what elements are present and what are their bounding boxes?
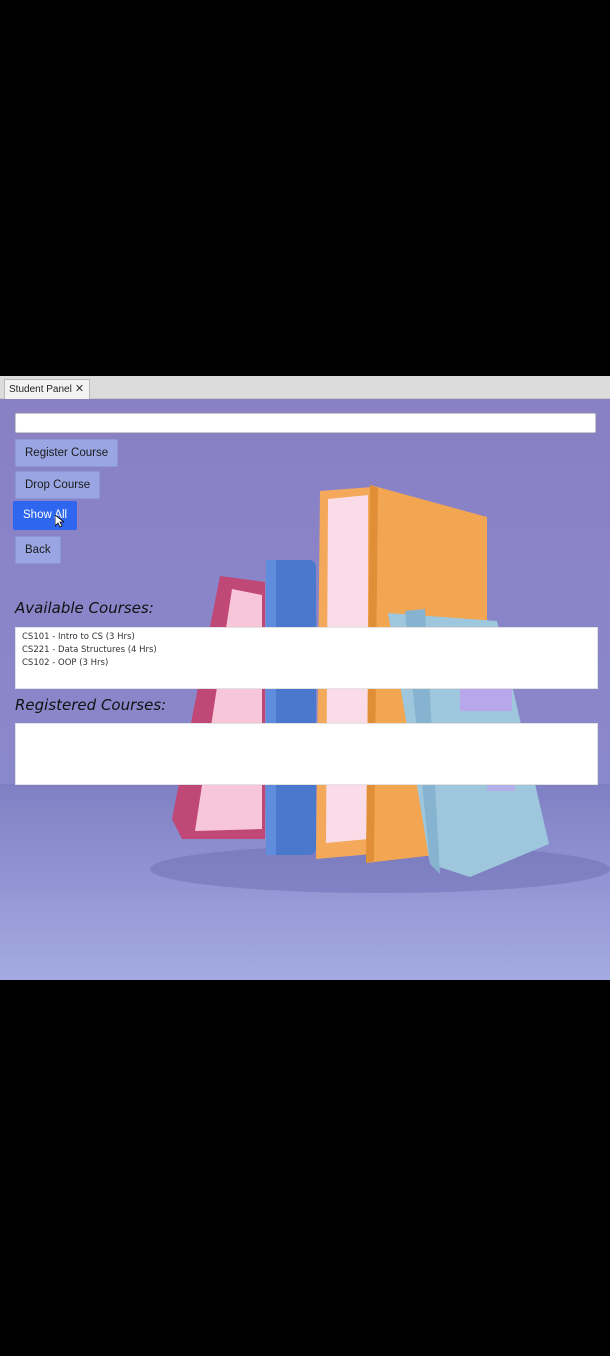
mouse-cursor-icon [55,515,64,528]
close-icon[interactable]: ✕ [75,380,84,399]
tab-bar: Student Panel ✕ [0,376,610,399]
tab-student-panel[interactable]: Student Panel ✕ [4,379,91,399]
registered-courses-list[interactable] [15,723,598,785]
show-all-button[interactable]: Show All [13,501,78,530]
drop-course-button[interactable]: Drop Course [15,471,101,499]
tab-label: Student Panel [9,384,72,395]
list-item[interactable]: CS221 - Data Structures (4 Hrs) [16,644,597,657]
available-courses-label: Available Courses: [15,599,154,617]
back-button[interactable]: Back [15,536,61,564]
register-course-button[interactable]: Register Course [15,439,119,467]
list-item[interactable]: CS101 - Intro to CS (3 Hrs) [16,631,597,644]
panel-content: Register Course Drop Course Show All Bac… [0,399,610,980]
list-item[interactable]: CS102 - OOP (3 Hrs) [16,657,597,670]
registered-courses-label: Registered Courses: [15,696,167,714]
student-panel-window: Student Panel ✕ Register Course Drop Cou… [0,376,610,980]
available-courses-list[interactable]: CS101 - Intro to CS (3 Hrs) CS221 - Data… [15,627,598,689]
search-input[interactable] [15,413,596,433]
